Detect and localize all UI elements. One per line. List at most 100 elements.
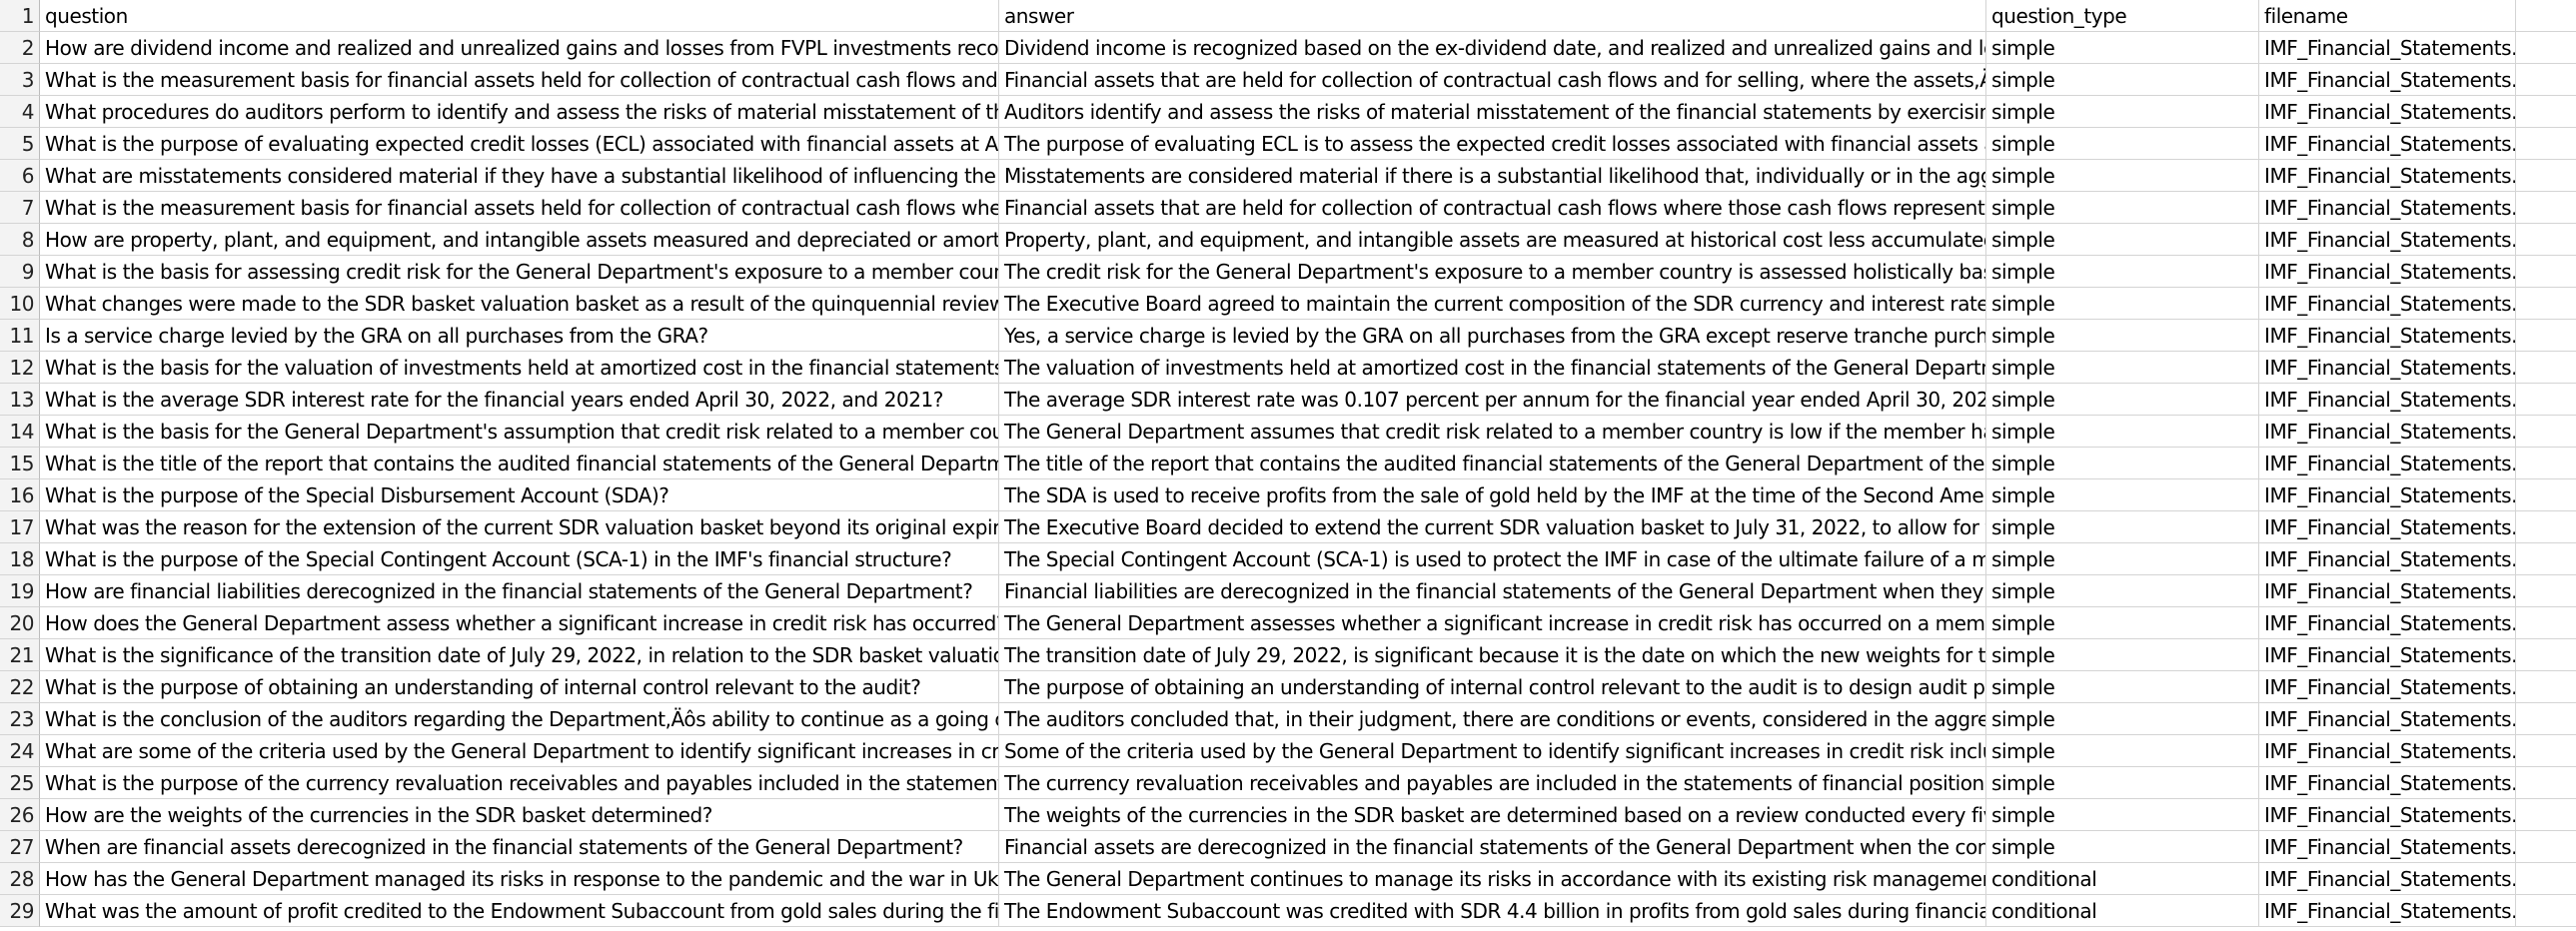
empty-cell[interactable] — [2516, 192, 2576, 224]
question-cell[interactable]: What are misstatements considered materi… — [40, 160, 999, 192]
row-number[interactable]: 22 — [0, 671, 40, 703]
question-cell[interactable]: What is the basis for the valuation of i… — [40, 352, 999, 384]
row-number[interactable]: 10 — [0, 288, 40, 320]
empty-cell[interactable] — [2516, 352, 2576, 384]
row-number[interactable]: 7 — [0, 192, 40, 224]
answer-cell[interactable]: The weights of the currencies in the SDR… — [999, 799, 1986, 831]
answer-cell[interactable]: Yes, a service charge is levied by the G… — [999, 320, 1986, 352]
table-row[interactable]: 13 What is the average SDR interest rate … — [0, 384, 2576, 416]
row-number[interactable]: 15 — [0, 448, 40, 479]
question-type-cell[interactable]: simple — [1986, 735, 2259, 767]
question-type-cell[interactable]: simple — [1986, 511, 2259, 543]
empty-cell[interactable] — [2516, 863, 2576, 895]
empty-cell[interactable] — [2516, 416, 2576, 448]
filename-cell[interactable]: IMF_Financial_Statements.pdf — [2259, 64, 2516, 96]
answer-cell[interactable]: Financial liabilities are derecognized i… — [999, 575, 1986, 607]
filename-cell[interactable]: IMF_Financial_Statements.pdf — [2259, 128, 2516, 160]
empty-cell[interactable] — [2516, 320, 2576, 352]
empty-cell[interactable] — [2516, 895, 2576, 927]
filename-cell[interactable]: IMF_Financial_Statements.pdf — [2259, 256, 2516, 288]
filename-cell[interactable]: IMF_Financial_Statements.pdf — [2259, 639, 2516, 671]
question-type-cell[interactable]: simple — [1986, 831, 2259, 863]
question-type-cell[interactable]: simple — [1986, 639, 2259, 671]
filename-cell[interactable]: IMF_Financial_Statements.pdf — [2259, 479, 2516, 511]
empty-cell[interactable] — [2516, 160, 2576, 192]
question-cell[interactable]: What is the purpose of evaluating expect… — [40, 128, 999, 160]
row-number[interactable]: 26 — [0, 799, 40, 831]
answer-cell[interactable]: The Endowment Subaccount was credited wi… — [999, 895, 1986, 927]
question-type-cell[interactable]: simple — [1986, 416, 2259, 448]
answer-cell[interactable]: Some of the criteria used by the General… — [999, 735, 1986, 767]
empty-cell[interactable] — [2516, 384, 2576, 416]
filename-cell[interactable]: IMF_Financial_Statements.pdf — [2259, 416, 2516, 448]
row-number[interactable]: 12 — [0, 352, 40, 384]
question-cell[interactable]: What are some of the criteria used by th… — [40, 735, 999, 767]
question-cell[interactable]: How are dividend income and realized and… — [40, 32, 999, 64]
question-type-cell[interactable]: conditional — [1986, 895, 2259, 927]
table-row[interactable]: 20 How does the General Department assess… — [0, 607, 2576, 639]
empty-cell[interactable] — [2516, 448, 2576, 479]
question-type-cell[interactable]: simple — [1986, 64, 2259, 96]
question-type-cell[interactable]: simple — [1986, 607, 2259, 639]
table-row[interactable]: 18 What is the purpose of the Special Con… — [0, 543, 2576, 575]
answer-cell[interactable]: Dividend income is recognized based on t… — [999, 32, 1986, 64]
row-number[interactable]: 11 — [0, 320, 40, 352]
answer-cell[interactable]: The currency revaluation receivables and… — [999, 767, 1986, 799]
table-row[interactable]: 4 What procedures do auditors perform to … — [0, 96, 2576, 128]
answer-cell[interactable]: The purpose of evaluating ECL is to asse… — [999, 128, 1986, 160]
question-cell[interactable]: How does the General Department assess w… — [40, 607, 999, 639]
table-row[interactable]: 21 What is the significance of the transi… — [0, 639, 2576, 671]
question-cell[interactable]: What is the title of the report that con… — [40, 448, 999, 479]
answer-cell[interactable]: The average SDR interest rate was 0.107 … — [999, 384, 1986, 416]
question-type-cell[interactable]: simple — [1986, 288, 2259, 320]
answer-cell[interactable]: Financial assets are derecognized in the… — [999, 831, 1986, 863]
table-row[interactable]: 10 What changes were made to the SDR bask… — [0, 288, 2576, 320]
question-cell[interactable]: What is the measurement basis for financ… — [40, 192, 999, 224]
question-cell[interactable]: How are the weights of the currencies in… — [40, 799, 999, 831]
table-row[interactable]: 26 How are the weights of the currencies … — [0, 799, 2576, 831]
row-number[interactable]: 28 — [0, 863, 40, 895]
answer-cell[interactable]: Financial assets that are held for colle… — [999, 192, 1986, 224]
table-row[interactable]: 25 What is the purpose of the currency re… — [0, 767, 2576, 799]
question-cell[interactable]: What is the purpose of the currency reva… — [40, 767, 999, 799]
answer-cell[interactable]: The purpose of obtaining an understandin… — [999, 671, 1986, 703]
question-cell[interactable]: What is the measurement basis for financ… — [40, 64, 999, 96]
question-cell[interactable]: What is the basis for assessing credit r… — [40, 256, 999, 288]
table-row[interactable]: 12 What is the basis for the valuation of… — [0, 352, 2576, 384]
question-type-cell[interactable]: simple — [1986, 799, 2259, 831]
header-cell-answer[interactable]: answer — [999, 0, 1986, 32]
empty-cell[interactable] — [2516, 671, 2576, 703]
empty-cell[interactable] — [2516, 543, 2576, 575]
question-cell[interactable]: What is the basis for the General Depart… — [40, 416, 999, 448]
question-type-cell[interactable]: conditional — [1986, 863, 2259, 895]
question-type-cell[interactable]: simple — [1986, 703, 2259, 735]
filename-cell[interactable]: IMF_Financial_Statements.pdf — [2259, 575, 2516, 607]
answer-cell[interactable]: The Special Contingent Account (SCA-1) i… — [999, 543, 1986, 575]
row-number[interactable]: 16 — [0, 479, 40, 511]
question-cell[interactable]: What is the purpose of the Special Disbu… — [40, 479, 999, 511]
table-row[interactable]: 8 How are property, plant, and equipment,… — [0, 224, 2576, 256]
question-cell[interactable]: What is the purpose of the Special Conti… — [40, 543, 999, 575]
question-type-cell[interactable]: simple — [1986, 32, 2259, 64]
row-number[interactable]: 23 — [0, 703, 40, 735]
empty-cell[interactable] — [2516, 128, 2576, 160]
answer-cell[interactable]: Auditors identify and assess the risks o… — [999, 96, 1986, 128]
answer-cell[interactable]: The credit risk for the General Departme… — [999, 256, 1986, 288]
question-type-cell[interactable]: simple — [1986, 479, 2259, 511]
empty-cell[interactable] — [2516, 64, 2576, 96]
question-type-cell[interactable]: simple — [1986, 671, 2259, 703]
empty-cell[interactable] — [2516, 288, 2576, 320]
row-number[interactable]: 18 — [0, 543, 40, 575]
header-cell-question-type[interactable]: question_type — [1986, 0, 2259, 32]
row-number[interactable]: 20 — [0, 607, 40, 639]
table-row[interactable]: 7 What is the measurement basis for finan… — [0, 192, 2576, 224]
table-row[interactable]: 2 How are dividend income and realized an… — [0, 32, 2576, 64]
empty-cell[interactable] — [2516, 607, 2576, 639]
row-number[interactable]: 9 — [0, 256, 40, 288]
table-row[interactable]: 16 What is the purpose of the Special Dis… — [0, 479, 2576, 511]
table-row[interactable]: 19 How are financial liabilities derecogn… — [0, 575, 2576, 607]
answer-cell[interactable]: The General Department assumes that cred… — [999, 416, 1986, 448]
question-cell[interactable]: What was the reason for the extension of… — [40, 511, 999, 543]
row-number[interactable]: 13 — [0, 384, 40, 416]
empty-cell[interactable] — [2516, 0, 2576, 32]
